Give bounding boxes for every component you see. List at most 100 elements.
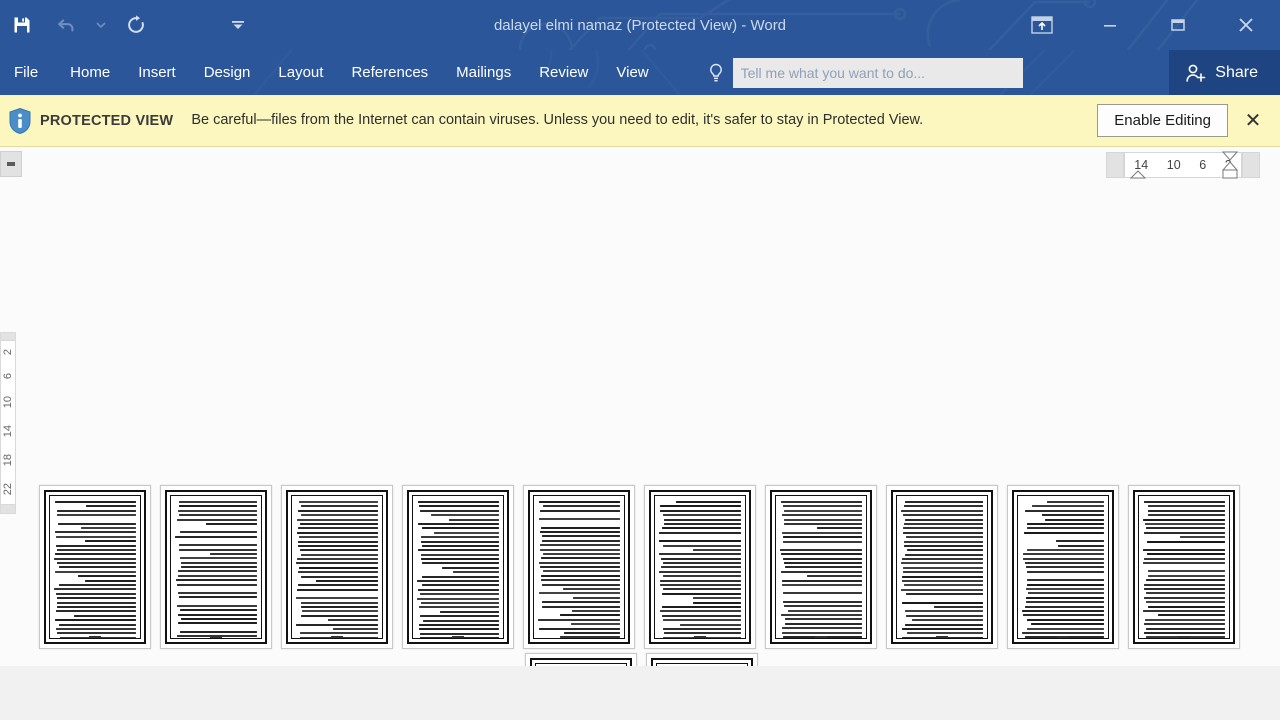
undo-dropdown[interactable]	[88, 3, 114, 47]
document-page[interactable]	[281, 485, 393, 649]
page-number-mark	[40, 636, 150, 638]
text-line	[901, 601, 983, 604]
tab-mailings[interactable]: Mailings	[442, 50, 525, 95]
text-line	[659, 570, 741, 573]
tab-file-label: File	[14, 64, 39, 81]
document-page[interactable]	[402, 485, 514, 649]
text-line	[417, 597, 499, 600]
text-line	[177, 583, 257, 586]
tab-file[interactable]: File	[0, 50, 56, 95]
text-line	[297, 540, 378, 543]
document-page[interactable]	[160, 485, 272, 649]
text-line	[663, 518, 741, 521]
page-number-mark	[1129, 636, 1239, 638]
document-page[interactable]	[523, 485, 635, 649]
text-line	[659, 531, 741, 534]
text-line	[298, 584, 378, 587]
text-line	[1025, 596, 1104, 599]
close-protected-view-bar-button[interactable]: ✕	[1236, 104, 1270, 138]
tab-references[interactable]: References	[337, 50, 442, 95]
quick-access-toolbar	[0, 0, 260, 50]
minimize-button[interactable]	[1076, 0, 1144, 50]
close-button[interactable]	[1212, 0, 1280, 50]
text-line	[1031, 505, 1104, 508]
tab-home[interactable]: Home	[56, 50, 124, 95]
text-line	[56, 632, 136, 635]
text-line	[780, 548, 862, 551]
document-page[interactable]	[886, 485, 998, 649]
document-page[interactable]	[644, 485, 756, 649]
restore-button[interactable]	[1144, 0, 1212, 50]
text-line	[911, 619, 983, 622]
text-line	[1148, 574, 1225, 577]
text-line	[421, 536, 499, 539]
close-icon	[1239, 18, 1253, 32]
text-line	[783, 540, 862, 543]
text-line	[209, 552, 257, 555]
undo-button[interactable]	[44, 3, 88, 47]
text-line	[1057, 544, 1104, 547]
restore-icon	[1171, 19, 1185, 31]
page-border-outer	[165, 490, 267, 644]
document-page[interactable]	[1007, 485, 1119, 649]
tab-layout[interactable]: Layout	[264, 50, 337, 95]
text-line	[58, 522, 136, 525]
ribbon-display-options-button[interactable]	[1008, 0, 1076, 50]
text-line	[559, 614, 620, 617]
text-line	[781, 579, 862, 582]
document-pages[interactable]	[0, 147, 1280, 720]
text-line	[906, 549, 983, 552]
document-page[interactable]	[39, 485, 151, 649]
text-line	[904, 505, 983, 508]
text-line	[541, 535, 620, 538]
text-line	[542, 552, 620, 555]
text-line	[327, 619, 378, 622]
protected-view-label: PROTECTED VIEW	[40, 112, 174, 129]
page-border-outer	[770, 490, 872, 644]
text-line	[901, 509, 983, 512]
document-workspace[interactable]: 14 10 6 2 2 6 10 14 18 22	[0, 147, 1280, 720]
text-line	[179, 531, 257, 534]
text-line	[180, 561, 257, 564]
enable-editing-button[interactable]: Enable Editing	[1097, 104, 1228, 137]
text-line	[903, 527, 983, 530]
text-line	[56, 509, 136, 512]
tab-design[interactable]: Design	[190, 50, 265, 95]
customize-quick-access-button[interactable]	[216, 3, 260, 47]
tell-me-input[interactable]	[732, 57, 1023, 88]
text-line	[659, 553, 741, 556]
text-line	[1157, 614, 1225, 617]
text-line	[538, 627, 620, 630]
text-line	[54, 619, 136, 622]
text-line	[660, 505, 741, 508]
save-button[interactable]	[0, 3, 44, 47]
tab-view[interactable]: View	[602, 50, 662, 95]
document-page[interactable]	[765, 485, 877, 649]
page-border-outer	[407, 490, 509, 644]
text-line	[1041, 514, 1104, 517]
text-line	[1144, 588, 1225, 591]
text-line	[56, 535, 136, 538]
text-line	[782, 557, 862, 560]
text-line	[55, 544, 136, 547]
text-line	[300, 553, 378, 556]
text-line	[783, 592, 862, 595]
tell-me-area	[705, 50, 1023, 95]
text-line	[1056, 540, 1104, 543]
text-line	[816, 527, 862, 530]
tab-layout-label: Layout	[278, 64, 324, 81]
tab-review[interactable]: Review	[525, 50, 602, 95]
text-line	[58, 566, 136, 569]
redo-button[interactable]	[114, 3, 158, 47]
text-line	[573, 596, 620, 599]
share-button[interactable]: Share	[1169, 50, 1280, 95]
text-line	[56, 592, 136, 595]
text-line	[178, 514, 257, 517]
text-line	[661, 592, 741, 595]
tab-insert[interactable]: Insert	[124, 50, 190, 95]
document-page[interactable]	[1128, 485, 1240, 649]
lightbulb-icon	[705, 63, 727, 83]
text-line	[57, 597, 136, 600]
text-line	[54, 557, 136, 560]
text-line	[1143, 609, 1225, 612]
